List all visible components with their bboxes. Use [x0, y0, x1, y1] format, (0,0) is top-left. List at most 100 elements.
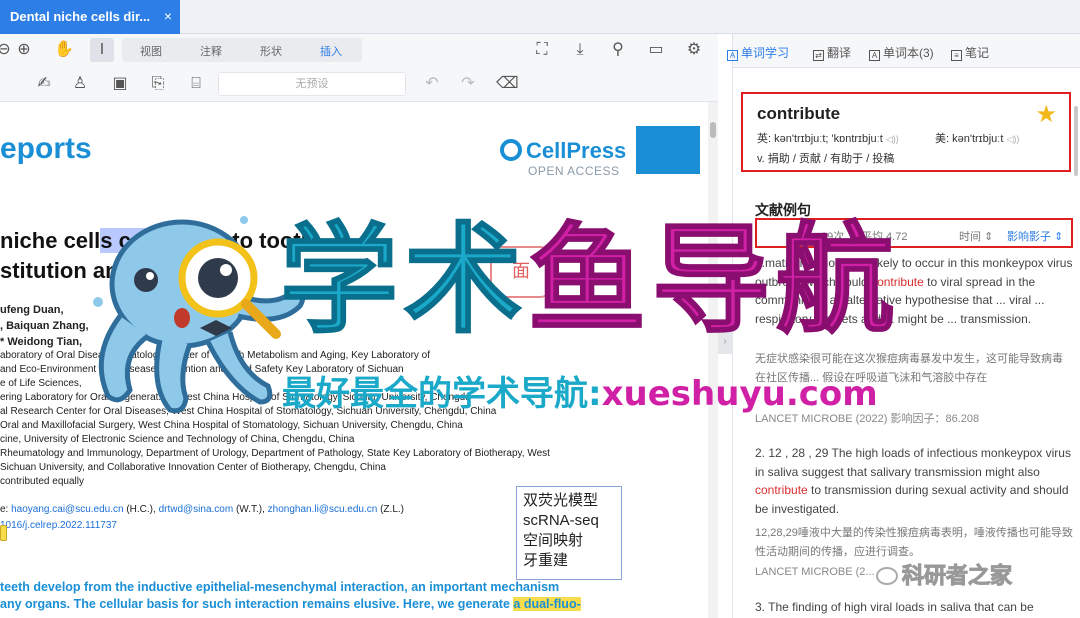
- sort-by-time[interactable]: 时间 ⇕: [959, 228, 993, 244]
- document-tab-title: Dental niche cells dir...: [10, 9, 151, 24]
- authors-line-3: * Weidong Tian,: [0, 336, 83, 348]
- example-sentence[interactable]: ...matic infections are likely to occur …: [755, 254, 1073, 348]
- keyword-highlight: contribute: [871, 274, 924, 289]
- contact-line: e: haoyang.cai@scu.edu.cn (H.C.), drtwd@…: [0, 504, 404, 515]
- image-icon[interactable]: ▣: [110, 76, 130, 92]
- email-link[interactable]: zhonghan.li@scu.edu.cn: [268, 504, 378, 515]
- word-card: contribute ★ 英: kən'trɪbjuːt; 'kɒntrɪbju…: [741, 92, 1071, 172]
- uk-pronunciation: 英: kən'trɪbjuːt; 'kɒntrɪbjuːt ◁)): [757, 130, 899, 146]
- examples-section-title: 文献例句: [755, 202, 811, 218]
- us-label: 美:: [935, 133, 950, 145]
- eraser-icon[interactable]: ⌫: [496, 76, 519, 92]
- contact-prefix: e:: [0, 504, 12, 515]
- sort-label: 时间: [959, 231, 981, 243]
- note-line: 空间映射: [523, 532, 584, 549]
- tab-wordbook[interactable]: A 单词本(3): [869, 44, 934, 61]
- star-icon[interactable]: ★: [1035, 100, 1057, 129]
- sort-by-impact[interactable]: 影响影子 ⇕: [1007, 228, 1063, 244]
- affiliation-line: cine, University of Electronic Science a…: [0, 434, 355, 445]
- title-text: e to tooth: [213, 228, 315, 253]
- keyword-highlight: contribute: [755, 483, 808, 497]
- tab-annotate[interactable]: 注释: [200, 43, 222, 59]
- title-highlight[interactable]: s contribut: [100, 228, 214, 253]
- affiliation-line: al Research Center for Oral Diseases, We…: [0, 406, 497, 417]
- attachment-icon[interactable]: ⎘: [148, 76, 168, 92]
- text-annotation-box[interactable]: 双荧光模型 scRNA-seq 空间映射 牙重建: [516, 486, 622, 580]
- summary-highlight[interactable]: a dual-fluo-: [513, 597, 581, 611]
- note-line: 牙重建: [523, 552, 569, 569]
- summary-line-2: any organs. The cellular basis for such …: [0, 597, 581, 611]
- article-title-line-2[interactable]: stitution and regenesis: [0, 258, 241, 284]
- document-scrollbar[interactable]: [708, 102, 718, 618]
- pdf-page: eports CellPress OPEN ACCESS niche cells…: [0, 102, 708, 618]
- journal-name: eports: [0, 132, 92, 165]
- wordbook-icon: A: [869, 50, 880, 61]
- email-owner: (W.T.),: [233, 504, 268, 515]
- uk-label: 英:: [757, 133, 772, 145]
- affiliation-line: Sichuan University, and Collaborative In…: [0, 462, 386, 473]
- email-link[interactable]: haoyang.cai@scu.edu.cn: [11, 504, 123, 515]
- format-painter-icon[interactable]: ⌸: [186, 76, 206, 92]
- affiliation-line: e of Life Sciences,: [0, 378, 82, 389]
- stamp-icon[interactable]: ♙: [70, 76, 90, 92]
- affiliation-line: contributed equally: [0, 476, 84, 487]
- text-select-button[interactable]: I: [90, 38, 114, 62]
- document-tab[interactable]: Dental niche cells dir... ×: [0, 0, 180, 34]
- average-score: 平均 4.72: [861, 231, 908, 243]
- hand-icon[interactable]: ✋: [54, 42, 74, 58]
- doi-link[interactable]: 1016/j.celrep.2022.111737: [0, 520, 117, 531]
- sticky-note-icon[interactable]: [0, 525, 7, 541]
- email-link[interactable]: drtwd@sina.com: [159, 504, 234, 515]
- tab-label: 笔记: [965, 46, 990, 60]
- panel-scrollbar[interactable]: [1074, 106, 1078, 176]
- collapse-panel-handle[interactable]: ›: [718, 330, 732, 354]
- tab-label: 翻译: [827, 46, 852, 60]
- example-sentence[interactable]: 2. 12 , 28 , 29 The high loads of infect…: [755, 444, 1073, 520]
- note-line: scRNA-seq: [523, 512, 599, 529]
- gear-icon[interactable]: ⚙: [684, 42, 704, 58]
- zoom-in-icon[interactable]: ⊕: [14, 42, 34, 58]
- article-title-line-1[interactable]: niche cells contribute to tooth: [0, 228, 314, 254]
- speaker-icon[interactable]: ◁)): [1006, 134, 1019, 144]
- example-text: 2. 12 , 28 , 29 The high loads of infect…: [755, 446, 1071, 479]
- tab-translate[interactable]: ⇄ 翻译: [813, 44, 851, 61]
- tab-notes[interactable]: ≡ 笔记: [951, 44, 989, 61]
- affiliation-line: Rheumatology and Immunology, Department …: [0, 448, 550, 459]
- comment-icon[interactable]: ▭: [646, 42, 666, 58]
- example-sentence[interactable]: 3. The finding of high viral loads in sa…: [755, 598, 1073, 618]
- tab-view[interactable]: 视图: [140, 43, 162, 59]
- signature-icon[interactable]: ✍: [34, 76, 54, 92]
- word-headword: contribute: [757, 104, 841, 123]
- sort-arrow-icon: ⇕: [1054, 231, 1064, 243]
- example-source[interactable]: LANCET MICROBE (2...: [755, 566, 875, 578]
- close-icon[interactable]: ×: [164, 8, 172, 24]
- zoom-out-icon[interactable]: ⊖: [0, 42, 14, 58]
- example-source[interactable]: LANCET MICROBE (2022) 影响因子：86.208: [755, 410, 979, 426]
- scrollbar-thumb[interactable]: [710, 122, 716, 138]
- cellpress-logo-icon: [500, 139, 522, 161]
- tab-insert[interactable]: 插入: [320, 43, 342, 59]
- fullscreen-icon[interactable]: ⛶: [532, 42, 552, 58]
- example-count: 39次: [821, 231, 845, 243]
- text-cursor-icon: I: [99, 41, 105, 58]
- sort-label: 影响影子: [1007, 231, 1051, 243]
- affiliation-line: aboratory of Oral Disea... ...matology, …: [0, 350, 431, 361]
- undo-icon[interactable]: ↶: [422, 76, 442, 92]
- word-definition: v. 捐助 / 贡献 / 有助于 / 投稿: [757, 153, 895, 165]
- authors-line-2: , Baiquan Zhang,: [0, 320, 89, 332]
- tab-shape[interactable]: 形状: [260, 43, 282, 59]
- journal-color-block: [636, 126, 700, 174]
- preset-select[interactable]: 无预设: [218, 72, 406, 96]
- tab-word-learning[interactable]: A 单词学习: [727, 44, 789, 61]
- affiliation-line: Oral and Maxillofacial Surgery, West Chi…: [0, 420, 463, 431]
- speaker-icon[interactable]: ◁)): [886, 134, 899, 144]
- panel-tabs: A 单词学习 ⇄ 翻译 A 单词本(3) ≡ 笔记: [727, 34, 1080, 68]
- uk-phonetic: kən'trɪbjuːt; 'kɒntrɪbjuːt: [774, 133, 883, 145]
- example-translation: 12,28,29唾液中大量的传染性猴痘病毒表明，唾液传播也可能导致性活动期间的传…: [755, 527, 1073, 558]
- translate-icon: ⇄: [813, 50, 824, 61]
- redo-icon[interactable]: ↷: [458, 76, 478, 92]
- title-text: niche cell: [0, 228, 101, 253]
- search-icon[interactable]: ⚲: [608, 42, 628, 58]
- download-icon[interactable]: ⤓: [570, 42, 590, 58]
- tab-label: 单词学习: [741, 46, 790, 60]
